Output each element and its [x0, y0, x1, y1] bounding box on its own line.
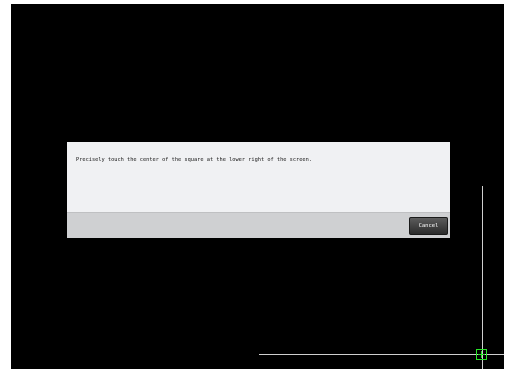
calibration-target-icon[interactable]	[476, 349, 487, 360]
horizontal-guide-line	[259, 354, 504, 355]
calibration-dialog: Precisely touch the center of the square…	[67, 142, 450, 238]
vertical-guide-line	[482, 186, 483, 369]
dialog-footer: Cancel	[67, 212, 450, 238]
cancel-button[interactable]: Cancel	[409, 217, 448, 235]
target-crosshair-vertical	[481, 351, 482, 358]
calibration-screen: Precisely touch the center of the square…	[11, 4, 504, 369]
dialog-message: Precisely touch the center of the square…	[76, 157, 312, 163]
